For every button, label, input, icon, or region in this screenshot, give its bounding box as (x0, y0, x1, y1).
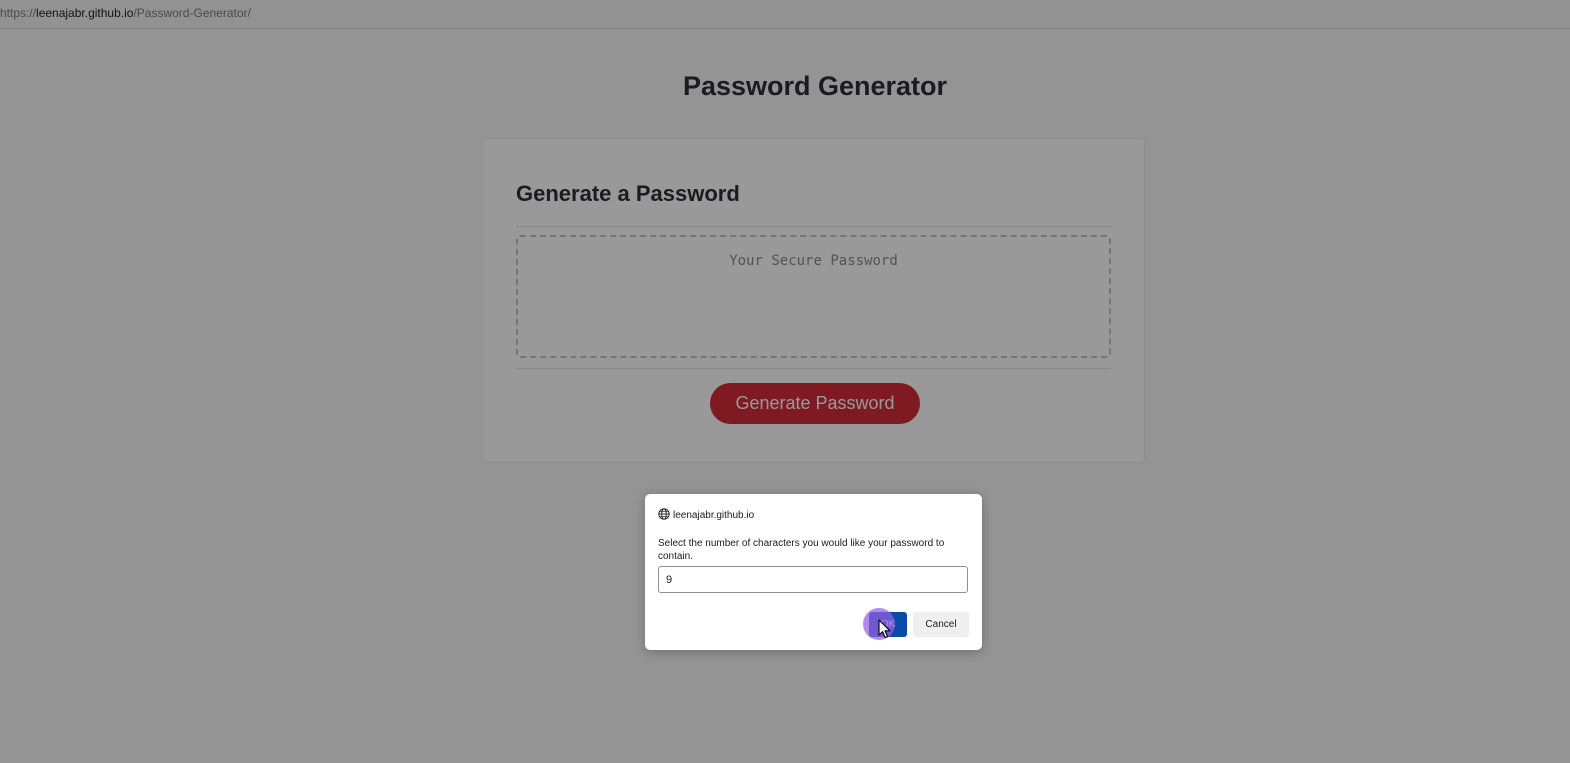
dialog-origin: leenajabr.github.io (658, 508, 754, 522)
browser-viewport: https://leenajabr.github.io/Password-Gen… (0, 0, 1570, 763)
dialog-message: Select the number of characters you woul… (658, 538, 945, 562)
character-count-input[interactable] (658, 566, 968, 593)
globe-icon (658, 508, 670, 520)
prompt-dialog: leenajabr.github.io Select the number of… (645, 494, 982, 650)
dialog-origin-text: leenajabr.github.io (673, 510, 755, 521)
cancel-button[interactable]: Cancel (913, 612, 969, 637)
mouse-cursor-icon (878, 619, 891, 639)
